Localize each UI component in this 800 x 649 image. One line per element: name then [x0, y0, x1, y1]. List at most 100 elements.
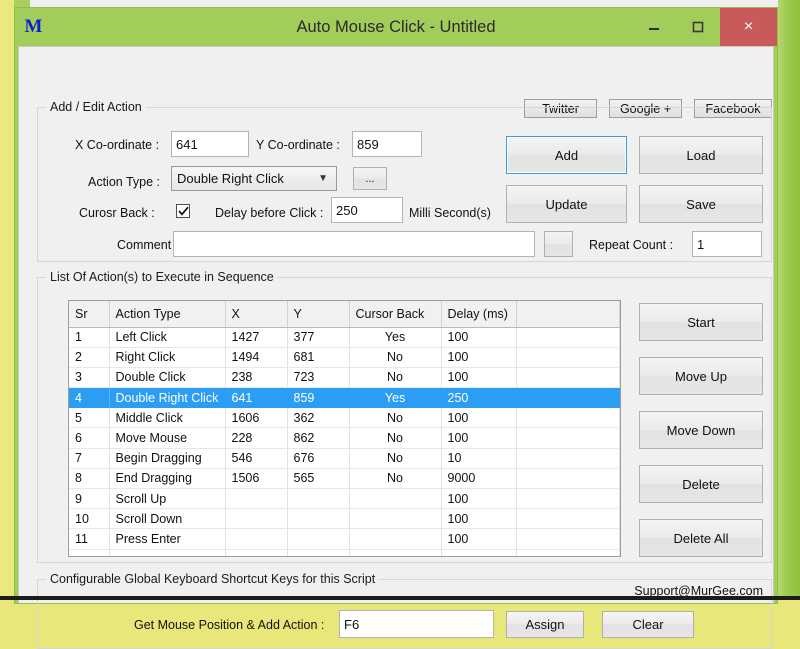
update-button[interactable]: Update [506, 185, 627, 223]
caption-buttons: × [632, 8, 777, 46]
cell-cursor-back: No [349, 448, 441, 468]
cell-cursor-back: Yes [349, 388, 441, 408]
browse-action-button[interactable]: ... [353, 167, 387, 190]
cell-filler [516, 388, 620, 408]
action-type-select[interactable]: Double Right Click ▼ [171, 166, 337, 191]
move-up-button[interactable]: Move Up [639, 357, 763, 395]
cell-delay: 100 [441, 509, 516, 529]
delete-button[interactable]: Delete [639, 465, 763, 503]
minimize-button[interactable] [632, 8, 676, 46]
start-button[interactable]: Start [639, 303, 763, 341]
table-row[interactable]: 6Move Mouse228862No100 [69, 428, 620, 448]
cell-blank [287, 549, 349, 557]
chevron-down-icon: ▼ [318, 173, 328, 184]
repeat-count-label: Repeat Count : [589, 238, 673, 252]
cell-blank [225, 549, 287, 557]
cell-cursor-back: No [349, 367, 441, 387]
cell-delay: 100 [441, 327, 516, 347]
table-row[interactable]: 5Middle Click1606362No100 [69, 408, 620, 428]
cursor-back-checkbox[interactable] [176, 204, 190, 218]
cursor-back-label: Curosr Back : [79, 206, 155, 220]
desktop-background: M Auto Mouse Click - Untitled × Twit [0, 0, 800, 600]
cell-cursor-back [349, 509, 441, 529]
table-row[interactable]: 9Scroll Up100 [69, 489, 620, 509]
x-coordinate-input[interactable] [171, 131, 249, 157]
cell-delay: 10 [441, 448, 516, 468]
x-coordinate-label: X Co-ordinate : [75, 138, 159, 152]
action-list-grid[interactable]: Sr Action Type X Y Cursor Back Delay (ms… [68, 300, 621, 557]
cell-filler [516, 509, 620, 529]
table-row[interactable]: 7Begin Dragging546676No10 [69, 448, 620, 468]
cell-action-type: End Dragging [109, 468, 225, 488]
cell-delay: 9000 [441, 468, 516, 488]
load-button[interactable]: Load [639, 136, 763, 174]
cell-y: 862 [287, 428, 349, 448]
maximize-button[interactable] [676, 8, 720, 46]
cell-x: 1494 [225, 347, 287, 367]
cell-blank [109, 549, 225, 557]
hotkey-input[interactable] [339, 610, 494, 638]
cell-delay: 250 [441, 388, 516, 408]
cell-action-type: Middle Click [109, 408, 225, 428]
cell-filler [516, 468, 620, 488]
cell-y: 681 [287, 347, 349, 367]
column-header-x[interactable]: X [225, 301, 287, 327]
column-header-y[interactable]: Y [287, 301, 349, 327]
close-button[interactable]: × [720, 8, 777, 46]
table-row[interactable]: 10Scroll Down100 [69, 509, 620, 529]
hotkey-label: Get Mouse Position & Add Action : [134, 618, 324, 632]
title-bar[interactable]: M Auto Mouse Click - Untitled × [15, 8, 777, 46]
cell-cursor-back: No [349, 408, 441, 428]
assign-button[interactable]: Assign [506, 611, 584, 638]
y-coordinate-input[interactable] [352, 131, 422, 157]
cell-y: 859 [287, 388, 349, 408]
cell-y: 565 [287, 468, 349, 488]
delete-all-button[interactable]: Delete All [639, 519, 763, 557]
add-edit-action-title: Add / Edit Action [46, 100, 146, 114]
table-row[interactable]: 11Press Enter100 [69, 529, 620, 549]
application-window: M Auto Mouse Click - Untitled × Twit [14, 7, 778, 604]
cell-sr: 1 [69, 327, 109, 347]
cell-x [225, 529, 287, 549]
cell-sr: 7 [69, 448, 109, 468]
column-header-sr[interactable]: Sr [69, 301, 109, 327]
column-header-cursor-back[interactable]: Cursor Back [349, 301, 441, 327]
cell-x [225, 489, 287, 509]
cell-cursor-back: Yes [349, 327, 441, 347]
cell-cursor-back [349, 529, 441, 549]
cell-y: 676 [287, 448, 349, 468]
cell-delay: 100 [441, 529, 516, 549]
cell-sr: 6 [69, 428, 109, 448]
cell-sr: 8 [69, 468, 109, 488]
move-down-button[interactable]: Move Down [639, 411, 763, 449]
table-row[interactable]: 4Double Right Click641859Yes250 [69, 388, 620, 408]
column-header-action-type[interactable]: Action Type [109, 301, 225, 327]
table-row-blank[interactable] [69, 549, 620, 557]
comment-extra-button[interactable] [544, 231, 573, 257]
y-coordinate-label: Y Co-ordinate : [256, 138, 340, 152]
cell-x: 1606 [225, 408, 287, 428]
cell-blank [69, 549, 109, 557]
table-row[interactable]: 2Right Click1494681No100 [69, 347, 620, 367]
column-header-delay[interactable]: Delay (ms) [441, 301, 516, 327]
desktop-bottom-edge [0, 596, 800, 600]
cell-action-type: Begin Dragging [109, 448, 225, 468]
cell-delay: 100 [441, 408, 516, 428]
table-row[interactable]: 3Double Click238723No100 [69, 367, 620, 387]
cell-action-type: Double Right Click [109, 388, 225, 408]
clear-button[interactable]: Clear [602, 611, 694, 638]
delay-before-click-input[interactable] [331, 197, 403, 223]
cell-delay: 100 [441, 367, 516, 387]
cell-sr: 11 [69, 529, 109, 549]
action-list-title: List Of Action(s) to Execute in Sequence [46, 270, 278, 284]
cell-x: 641 [225, 388, 287, 408]
comment-input[interactable] [173, 231, 535, 257]
repeat-count-input[interactable] [692, 231, 762, 257]
cell-sr: 2 [69, 347, 109, 367]
cell-filler [516, 408, 620, 428]
table-row[interactable]: 1Left Click1427377Yes100 [69, 327, 620, 347]
add-button[interactable]: Add [506, 136, 627, 174]
save-button[interactable]: Save [639, 185, 763, 223]
cell-sr: 9 [69, 489, 109, 509]
table-row[interactable]: 8End Dragging1506565No9000 [69, 468, 620, 488]
